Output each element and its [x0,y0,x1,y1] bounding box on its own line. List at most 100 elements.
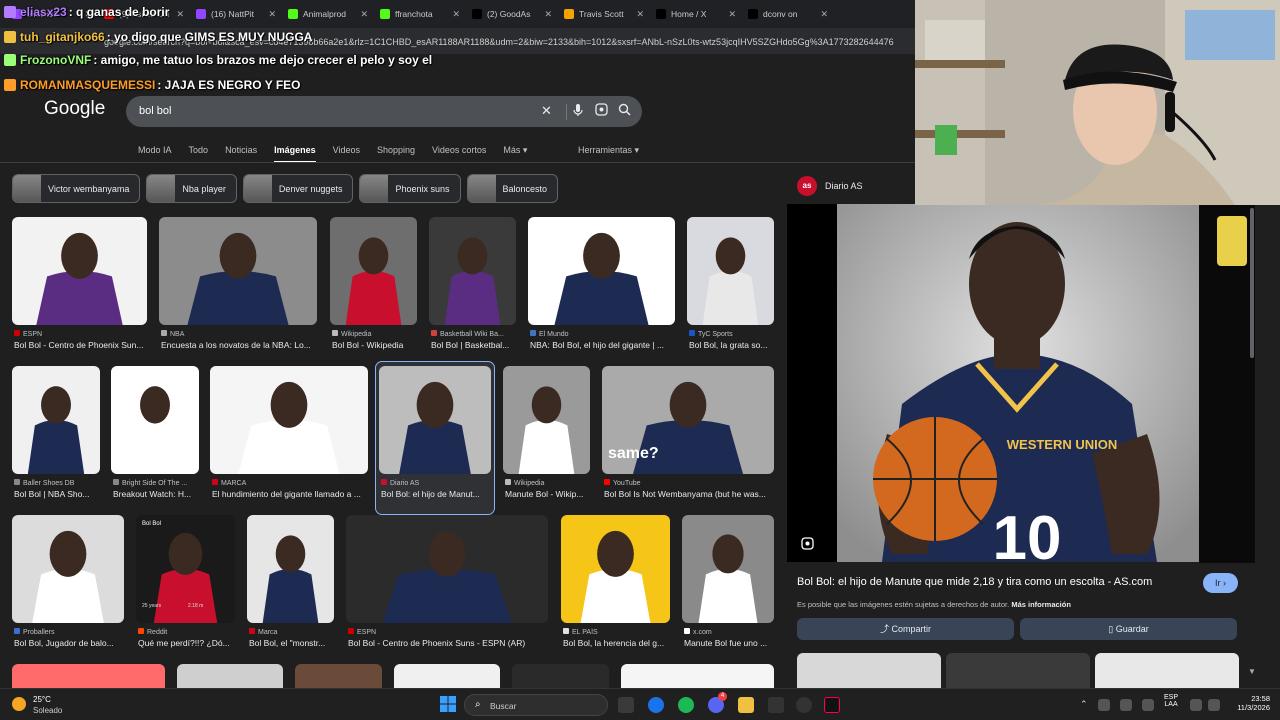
result-title[interactable]: Bol Bol | NBA Sho... [14,489,102,499]
result-source[interactable]: Marca [249,628,336,636]
close-tab-icon[interactable]: ✕ [636,9,644,20]
file-explorer-icon[interactable] [738,697,754,713]
image-result[interactable]: Proballers Bol Bol, Jugador de balo... [12,515,124,661]
panel-scrollbar[interactable]: ▼ [1248,208,1256,678]
weather-desc[interactable]: Soleado [33,706,62,715]
result-thumbnail[interactable] [503,366,590,474]
browser-tab[interactable]: dconv on ✕ [742,3,834,25]
image-result[interactable]: ESPN Bol Bol - Centro de Phoenix Sun... [12,217,147,363]
tab-7[interactable]: Más ▾ [503,145,527,163]
result-thumbnail[interactable] [429,217,516,325]
image-result[interactable]: Baller Shoes DB Bol Bol | NBA Sho... [12,366,100,512]
microphone-icon[interactable] [1142,699,1154,711]
image-result[interactable]: x.com Manute Bol fue uno ... [682,515,774,661]
result-thumbnail[interactable] [330,217,417,325]
close-tab-icon[interactable]: ✕ [728,9,736,20]
result-thumbnail[interactable] [210,366,368,474]
tray-icon[interactable] [1098,699,1110,711]
taskbar-search[interactable]: ⌕ Buscar [464,694,608,716]
result-thumbnail[interactable] [159,217,317,325]
microphone-icon[interactable] [572,103,584,121]
close-tab-icon[interactable]: ✕ [268,9,276,20]
close-tab-icon[interactable]: ✕ [360,9,368,20]
image-result[interactable]: MARCA El hundimiento del gigante llamado … [210,366,368,512]
result-title[interactable]: Qué me perdí?!!? ¿Dó... [138,638,237,648]
image-result[interactable]: ESPN Bol Bol - Centro de Phoenix Suns - E… [346,515,548,661]
network-icon[interactable] [1190,699,1202,711]
result-thumbnail[interactable] [177,664,283,688]
save-button[interactable]: ▯ Guardar [1020,618,1237,640]
result-source[interactable]: Baller Shoes DB [14,479,102,487]
related-image[interactable] [1095,653,1239,688]
lens-icon[interactable] [595,103,608,120]
result-source[interactable]: Basketball Wiki Ba... [431,330,518,338]
tab-3[interactable]: Imágenes [274,145,316,163]
result-title[interactable]: Bol Bol - Centro de Phoenix Sun... [14,340,149,350]
result-source[interactable]: ESPN [348,628,550,636]
search-icon[interactable] [618,103,631,120]
tab-6[interactable]: Videos cortos [432,145,486,163]
chat-username[interactable]: ROMANMASQUEMESSI [20,78,155,92]
image-result[interactable]: TyC Sports Bol Bol, la grata so... [687,217,774,363]
result-thumbnail[interactable] [12,664,165,688]
close-tab-icon[interactable]: ✕ [452,9,460,20]
tab-1[interactable]: Todo [189,145,209,163]
result-source[interactable]: Wikipedia [505,479,592,487]
result-source[interactable]: MARCA [212,479,370,487]
result-thumbnail[interactable] [512,664,609,688]
related-image[interactable] [797,653,941,688]
image-result[interactable]: Wikipedia Manute Bol - Wikip... [503,366,590,512]
result-title[interactable]: Bol Bol Is Not Wembanyama (but he was... [604,489,776,499]
result-title[interactable]: Encuesta a los novatos de la NBA: Lo... [161,340,319,350]
image-result[interactable]: El Mundo NBA: Bol Bol, el hijo del gigant… [528,217,675,363]
result-title[interactable]: Bol Bol, el "monstr... [249,638,336,648]
related-search-chip[interactable]: Phoenix suns [359,174,461,203]
result-source[interactable]: Proballers [14,628,126,636]
scroll-thumb[interactable] [1250,208,1254,358]
result-source[interactable]: Bright Side Of The ... [113,479,201,487]
share-button[interactable]: ⤴ Compartir [797,618,1014,640]
result-thumbnail[interactable] [111,366,199,474]
volume-icon[interactable] [1208,699,1220,711]
related-search-chip[interactable]: Victor wembanyama [12,174,141,203]
windows-start-icon[interactable] [440,696,456,712]
result-title[interactable]: NBA: Bol Bol, el hijo del gigante | ... [530,340,677,350]
image-result[interactable]: Diario AS Bol Bol: el hijo de Manut... [375,361,495,515]
google-logo[interactable]: Google [44,98,105,120]
obs-icon[interactable] [796,697,812,713]
search-input[interactable]: bol bol [139,105,171,117]
related-search-chip[interactable]: Denver nuggets [242,174,354,203]
tab-0[interactable]: Modo IA [138,145,172,163]
result-thumbnail[interactable] [12,515,124,623]
result-source[interactable]: Diario AS [381,479,493,487]
tab-2[interactable]: Noticias [225,145,257,163]
result-thumbnail[interactable] [12,217,147,325]
visit-button[interactable]: Ir › [1203,573,1238,593]
result-source[interactable]: Wikipedia [332,330,419,338]
result-thumbnail[interactable] [682,515,774,623]
related-search-chip[interactable]: Nba player [146,174,237,203]
result-title[interactable]: Bol Bol, la herencia del g... [563,638,672,648]
result-thumbnail[interactable] [687,217,774,325]
result-thumbnail[interactable] [295,664,382,688]
search-box[interactable]: bol bol ✕ [126,96,642,127]
related-search-chip[interactable]: Baloncesto [466,174,559,203]
result-source[interactable]: El Mundo [530,330,677,338]
result-title[interactable]: Manute Bol fue uno ... [684,638,776,648]
result-source[interactable]: x.com [684,628,776,636]
image-result[interactable]: Basketball Wiki Ba... Bol Bol | Basketbal… [429,217,516,363]
result-thumbnail[interactable]: Bol Bol 25 years 2.18 m [136,515,235,623]
close-tab-icon[interactable]: ✕ [544,9,552,20]
tab-5[interactable]: Shopping [377,145,415,163]
result-title[interactable]: Manute Bol - Wikip... [505,489,592,499]
scroll-down-icon[interactable]: ▼ [1248,667,1256,676]
result-title[interactable]: El hundimiento del gigante llamado a ... [212,489,370,499]
chat-username[interactable]: tuh_gitanjko66 [20,30,105,44]
chrome-icon[interactable] [648,697,664,713]
result-title[interactable]: Bol Bol: el hijo de Manut... [381,489,493,499]
result-thumbnail[interactable] [346,515,548,623]
spotify-icon[interactable] [678,697,694,713]
image-result[interactable]: Wikipedia Bol Bol - Wikipedia [330,217,417,363]
tab-4[interactable]: Videos [333,145,360,163]
result-thumbnail[interactable] [12,366,100,474]
